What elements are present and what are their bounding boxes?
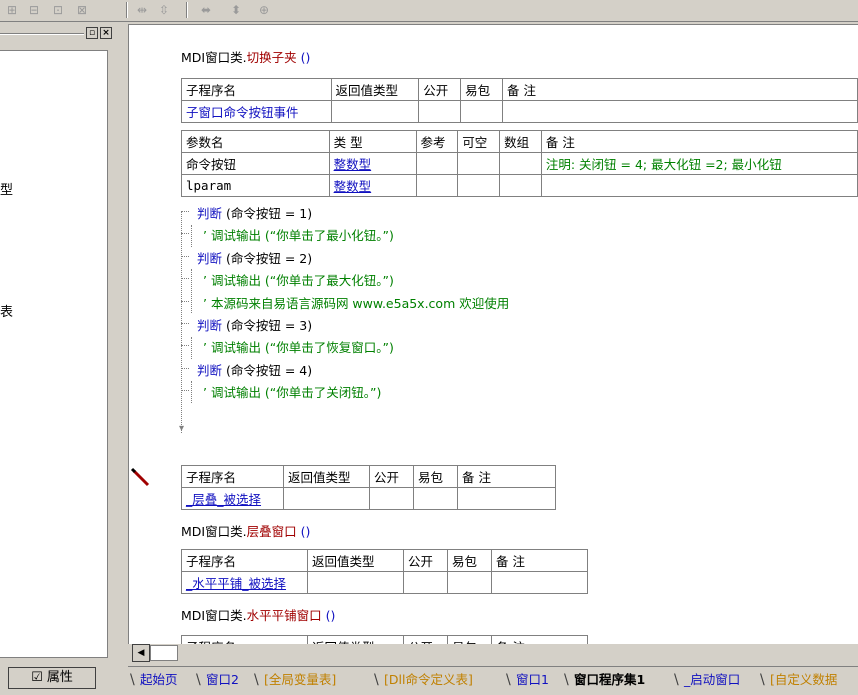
code-line-comment[interactable]: ’ 调试输出 (“你单击了关闭钮。”): [203, 382, 381, 401]
left-panel-tree[interactable]: 型 表: [0, 50, 108, 658]
method-header: MDI窗口类.水平平铺窗口 (): [181, 608, 336, 623]
code-tree-tick: [181, 211, 189, 212]
method-header: MDI窗口类.层叠窗口 (): [181, 524, 311, 539]
properties-icon: ☑: [31, 670, 43, 685]
code-tree-tick: [181, 255, 189, 257]
code-line-comment[interactable]: ’ 调试输出 (“你单击了最大化钮。”): [203, 270, 394, 289]
code-tree-tick: [181, 233, 189, 235]
table-row: 命令按钮 整数型 注明: 关闭钮 = 4; 最大化钮 =2; 最小化钮: [181, 152, 858, 175]
tree-end-arrow-icon: ▾: [179, 423, 185, 434]
minimize-button[interactable]: ▫: [86, 27, 98, 39]
same-width-icon[interactable]: ⬌: [196, 1, 216, 19]
tab-divider: \: [506, 672, 511, 688]
document-tabs: \ 起始页 \ 窗口2 \ [全局变量表] \ [Dll命令定义表] \ 窗口1 \ 窗口程序集1 \ _…: [128, 666, 858, 695]
code-line-if[interactable]: 判断 (命令按钮 = 1): [197, 203, 312, 222]
subroutine-name[interactable]: 子窗口命令按钮事件: [181, 100, 332, 123]
subroutine-table: 子程序名 返回值类型 公开 易包 备 注 子窗口命令按钮事件: [181, 78, 858, 123]
code-line-comment[interactable]: ’ 本源码来自易语言源码网 www.e5a5x.com 欢迎使用: [203, 293, 509, 312]
subroutine-table: 子程序名 返回值类型 公开 易包 备 注: [181, 635, 588, 644]
tab-divider: \: [374, 672, 379, 688]
code-line-if[interactable]: 判断 (命令按钮 = 3): [197, 315, 312, 334]
tab-2[interactable]: [全局变量表]: [264, 669, 336, 691]
subroutine-table: 子程序名 返回值类型 公开 易包 备 注 _层叠_被选择: [181, 465, 556, 510]
tab-5[interactable]: 窗口程序集1: [574, 669, 645, 691]
align-left-icon[interactable]: ⊞: [2, 1, 22, 19]
code-tree-line: [191, 225, 199, 247]
same-size-icon[interactable]: ⊕: [254, 1, 274, 19]
spacing-v-icon[interactable]: ⇳: [154, 1, 174, 19]
tab-divider: \: [130, 672, 135, 688]
tab-divider: \: [196, 672, 201, 688]
subroutine-table: 子程序名 返回值类型 公开 易包 备 注 _水平平铺_被选择: [181, 549, 588, 594]
subroutine-name[interactable]: _水平平铺_被选择: [181, 571, 308, 594]
tab-4[interactable]: 窗口1: [516, 669, 549, 691]
code-tree-tick: [181, 278, 189, 280]
subroutine-name[interactable]: _层叠_被选择: [181, 487, 284, 510]
tab-divider: \: [674, 672, 679, 688]
tab-0[interactable]: 起始页: [140, 669, 178, 691]
editor-gutter: [129, 25, 161, 644]
editor-frame: MDI窗口类.切换子夹 () 子程序名 返回值类型 公开 易包 备 注 子窗口命…: [120, 22, 858, 667]
code-tree-line: [181, 211, 189, 433]
close-button[interactable]: ×: [100, 27, 112, 39]
code-tree-line: [191, 269, 199, 313]
code-line-comment[interactable]: ’ 调试输出 (“你单击了最小化钮。”): [203, 225, 394, 244]
tab-divider: \: [760, 672, 765, 688]
code-editor[interactable]: MDI窗口类.切换子夹 () 子程序名 返回值类型 公开 易包 备 注 子窗口命…: [128, 24, 858, 644]
tab-divider: \: [564, 672, 569, 688]
code-tree-tick: [181, 300, 189, 302]
left-panel-titlebar: ▫ ×: [0, 27, 116, 40]
table-row: lparam 整数型: [181, 174, 858, 197]
code-line-if[interactable]: 判断 (命令按钮 = 2): [197, 248, 312, 267]
scroll-track[interactable]: [150, 645, 178, 661]
tree-item-fragment[interactable]: 型: [0, 179, 13, 198]
toolbar-separator: [126, 2, 128, 18]
code-tree-line: [191, 381, 199, 403]
left-panel: ▫ × 型 表: [0, 22, 120, 667]
tab-7[interactable]: [自定义数据: [770, 669, 837, 691]
properties-tab[interactable]: ☑ 属性: [8, 667, 96, 689]
pencil-icon: [130, 467, 150, 487]
tab-1[interactable]: 窗口2: [206, 669, 239, 691]
tab-divider: \: [254, 672, 259, 688]
code-tree-tick: [181, 367, 189, 369]
code-tree-tick: [181, 323, 189, 324]
layout-toolbar: ⊞ ⊟ ⊡ ⊠ ⇹ ⇳ ⬌ ⬍ ⊕: [0, 0, 858, 22]
code-tree-tick: [181, 345, 189, 347]
horizontal-scrollbar[interactable]: ◀: [128, 644, 858, 662]
arrow-left-icon: ◀: [137, 648, 145, 658]
same-height-icon[interactable]: ⬍: [226, 1, 246, 19]
align-center-icon[interactable]: ⊟: [24, 1, 44, 19]
code-line-if[interactable]: 判断 (命令按钮 = 4): [197, 360, 312, 379]
tree-item-fragment[interactable]: 表: [0, 301, 13, 320]
align-top-icon[interactable]: ⊠: [72, 1, 92, 19]
tab-6[interactable]: _启动窗口: [684, 669, 740, 691]
scroll-left-button[interactable]: ◀: [132, 644, 150, 662]
align-right-icon[interactable]: ⊡: [48, 1, 68, 19]
code-tree-line: [191, 337, 199, 359]
toolbar-separator: [186, 2, 188, 18]
code-line-comment[interactable]: ’ 调试输出 (“你单击了恢复窗口。”): [203, 337, 394, 356]
method-header: MDI窗口类.切换子夹 (): [181, 50, 311, 65]
parameter-table: 参数名 类 型 参考 可空 数组 备 注 命令按钮 整数型 注明: 关闭钮 = …: [181, 130, 858, 197]
spacing-h-icon[interactable]: ⇹: [132, 1, 152, 19]
code-tree-tick: [181, 390, 189, 392]
tab-3[interactable]: [Dll命令定义表]: [384, 669, 473, 691]
